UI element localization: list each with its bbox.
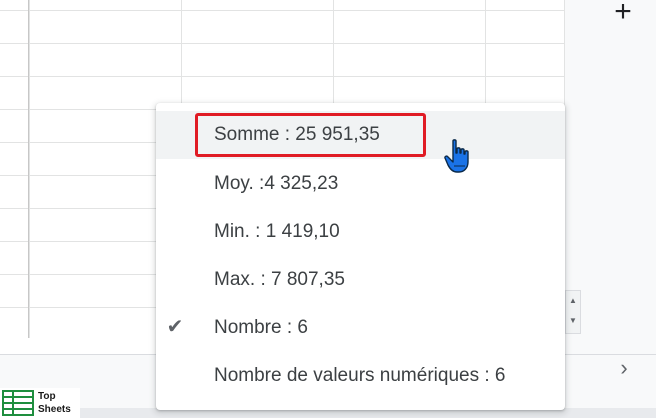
menu-item-label: Nombre : 6 — [214, 317, 308, 338]
menu-item-label: Max. : 7 807,35 — [214, 269, 345, 290]
checkmark-icon: ✔ — [166, 316, 184, 338]
menu-item-label: Min. : 1 419,10 — [214, 221, 340, 242]
topsheets-logo: Top Sheets — [0, 388, 80, 418]
menu-item-max[interactable]: Max. : 7 807,35 — [156, 256, 565, 304]
scroll-down-icon[interactable]: ▼ — [566, 311, 580, 331]
highlight-box — [195, 113, 426, 157]
menu-item-average[interactable]: Moy. :4 325,23 — [156, 160, 565, 208]
hand-cursor-icon — [444, 139, 469, 173]
spreadsheet-logo-icon — [2, 390, 34, 416]
logo-line2: Sheets — [38, 404, 71, 415]
menu-item-count-numbers[interactable]: Nombre de valeurs numériques : 6 — [156, 352, 565, 400]
scroll-up-icon[interactable]: ▲ — [566, 291, 580, 311]
chevron-right-icon[interactable]: › — [614, 356, 634, 380]
menu-item-label: Moy. :4 325,23 — [214, 173, 339, 194]
menu-item-min[interactable]: Min. : 1 419,10 — [156, 208, 565, 256]
scroll-arrows[interactable]: ▲ ▼ — [565, 290, 581, 334]
logo-text: Top Sheets — [38, 390, 71, 416]
menu-item-count[interactable]: ✔ Nombre : 6 — [156, 304, 565, 352]
menu-item-label: Nombre de valeurs numériques : 6 — [214, 365, 506, 386]
row-header-column — [0, 0, 29, 338]
logo-line1: Top — [38, 391, 56, 402]
plus-icon[interactable]: + — [609, 0, 637, 27]
